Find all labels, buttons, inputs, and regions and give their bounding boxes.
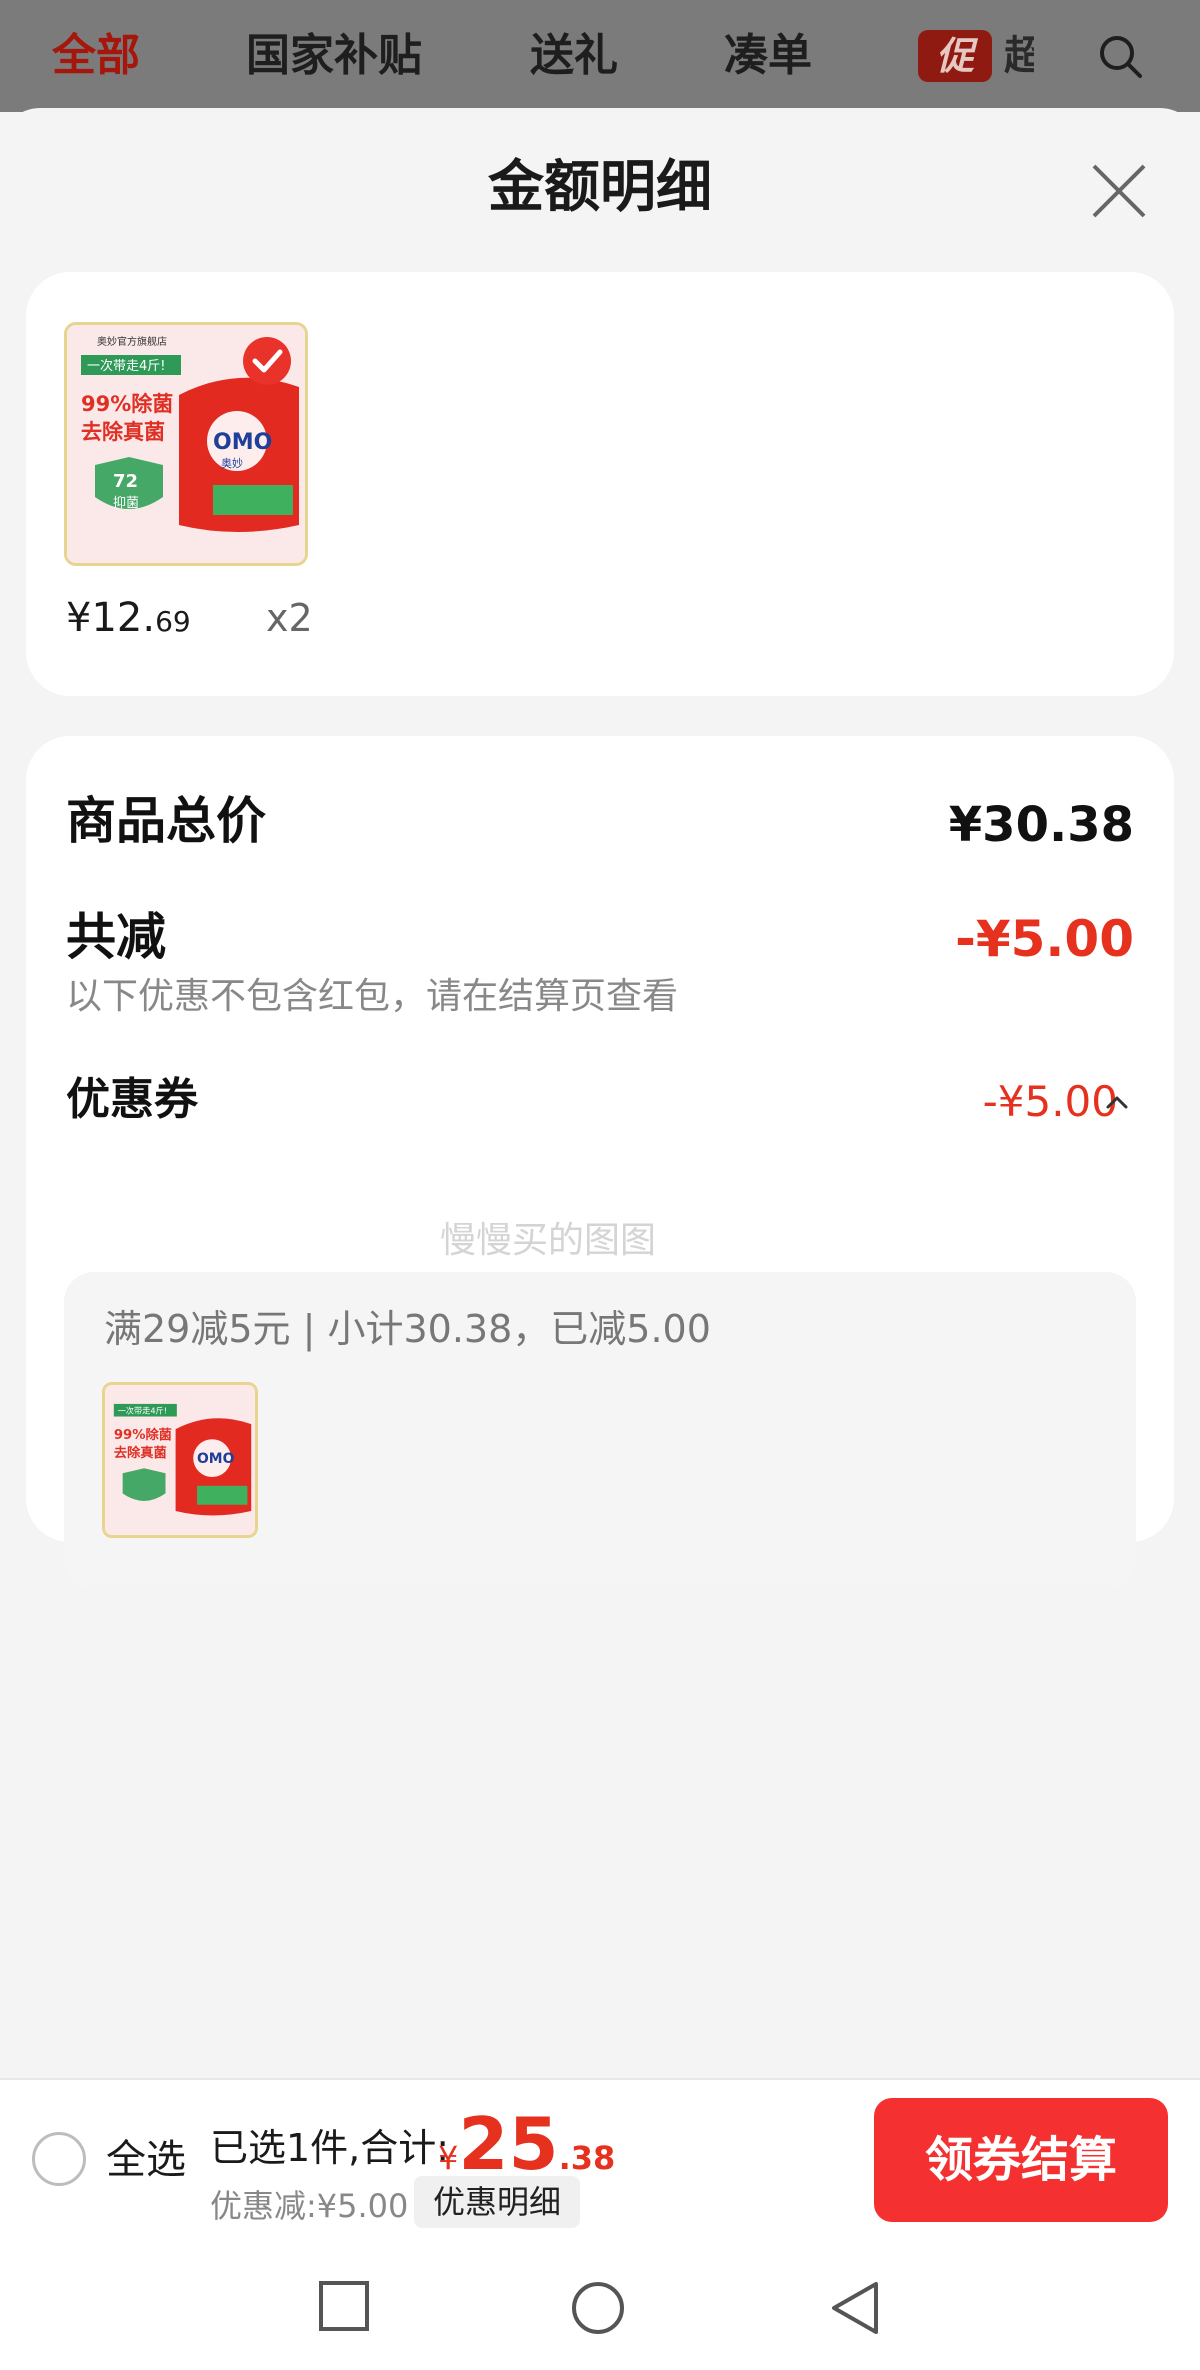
close-icon[interactable] — [1088, 160, 1150, 222]
total-reduce-label: 共减 — [66, 908, 166, 966]
search-icon[interactable] — [1096, 32, 1144, 80]
coupon-detail-box: 满29减5元 | 小计30.38，已减5.00 一次带走4斤! 99%除菌 去除… — [64, 1272, 1136, 1590]
product-card: 奥妙官方旗舰店 一次带走4斤! 99%除菌 去除真菌 72 抑菌 OMO 奥妙 … — [26, 272, 1174, 696]
product-price: ¥12.69 — [66, 590, 191, 650]
product-image[interactable]: 奥妙官方旗舰店 一次带走4斤! 99%除菌 去除真菌 72 抑菌 OMO 奥妙 — [64, 322, 308, 566]
tab-promo-partial[interactable]: 超 — [1004, 30, 1034, 82]
image-brand-cn: 奥妙 — [221, 456, 243, 470]
image-brand-text: OMO — [213, 430, 272, 455]
discount-detail-button[interactable]: 优惠明细 — [414, 2176, 580, 2228]
total-reduce-value: -¥5.00 — [955, 910, 1134, 968]
image-line2-text: 去除真菌 — [81, 420, 165, 444]
system-nav-bar — [0, 2240, 1200, 2370]
image-line1-text: 99%除菌 — [81, 392, 173, 416]
tab-all[interactable]: 全部 — [52, 26, 140, 86]
image-ribbon-text: 一次带走4斤! — [87, 358, 165, 374]
top-category-nav: 全部 国家补贴 送礼 凑单 促 超 — [0, 0, 1200, 112]
coupon-product-image: 一次带走4斤! 99%除菌 去除真菌 OMO — [102, 1382, 258, 1538]
select-all-radio[interactable] — [32, 2132, 86, 2186]
image-badge-num: 72 — [113, 471, 138, 492]
image-store-text: 奥妙官方旗舰店 — [97, 335, 167, 348]
promo-badge[interactable]: 促 — [918, 30, 992, 82]
total-price-label: 商品总价 — [66, 792, 266, 850]
tab-national-subsidy[interactable]: 国家补贴 — [246, 26, 422, 86]
coupon-image-line2: 去除真菌 — [114, 1444, 167, 1461]
coupon-image-line1: 99%除菌 — [114, 1426, 172, 1443]
selected-summary: 已选1件,合计: — [210, 2126, 450, 2170]
price-summary-card: 商品总价 ¥30.38 共减 -¥5.00 以下优惠不包含红包，请在结算页查看 … — [26, 736, 1174, 1590]
coupon-image-brand: OMO — [197, 1451, 235, 1467]
price-integer: ¥12. — [66, 595, 156, 641]
amount-detail-sheet: 金额明细 奥妙官方旗舰店 一次带走4斤! 99%除菌 去除真菌 72 抑菌 OM… — [0, 108, 1200, 2370]
total-price-value: ¥30.38 — [948, 797, 1134, 853]
back-icon[interactable] — [828, 2280, 882, 2336]
chevron-up-icon[interactable] — [1104, 1092, 1130, 1112]
home-icon[interactable] — [570, 2280, 626, 2336]
recent-apps-icon[interactable] — [318, 2280, 370, 2332]
tab-gift[interactable]: 送礼 — [530, 26, 618, 86]
coupon-description: 满29减5元 | 小计30.38，已减5.00 — [104, 1307, 711, 1351]
tab-bundle[interactable]: 凑单 — [724, 26, 812, 86]
checkout-bar: 全选 已选1件,合计: ¥25.38 优惠减:¥5.00 优惠明细 领券结算 — [0, 2078, 1200, 2240]
discount-hint: 以下优惠不包含红包，请在结算页查看 — [66, 976, 679, 1017]
coupon-label: 优惠券 — [66, 1074, 198, 1125]
discount-summary: 优惠减:¥5.00 — [210, 2187, 409, 2225]
select-all-label[interactable]: 全选 — [106, 2132, 186, 2188]
sheet-title: 金额明细 — [488, 155, 712, 220]
image-badge-text: 抑菌 — [113, 496, 139, 511]
amount-decimal: .38 — [558, 2139, 616, 2177]
product-quantity: x2 — [266, 596, 313, 640]
checkout-button[interactable]: 领券结算 — [874, 2098, 1168, 2222]
watermark: 慢慢买的图图 — [440, 1220, 657, 1261]
price-decimal: 69 — [155, 605, 191, 638]
amount-currency: ¥ — [438, 2139, 459, 2177]
coupon-value[interactable]: -¥5.00 — [983, 1070, 1118, 1134]
coupon-image-ribbon: 一次带走4斤! — [118, 1405, 167, 1415]
amount-integer: 25 — [458, 2102, 559, 2186]
